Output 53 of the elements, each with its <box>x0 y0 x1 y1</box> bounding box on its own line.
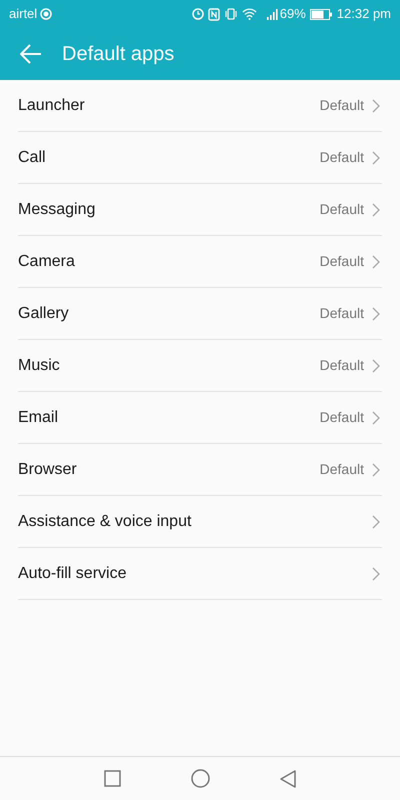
row-value: Default <box>320 408 364 427</box>
row-value: Default <box>320 252 364 271</box>
chevron-icon <box>372 358 380 372</box>
row-value: Default <box>320 200 364 219</box>
battery-icon <box>310 8 332 20</box>
nfc-icon <box>208 8 220 20</box>
row-value: Default <box>320 460 364 479</box>
chevron-icon <box>372 202 380 216</box>
settings-row[interactable]: Camera Default <box>18 236 382 288</box>
screen-title: Default apps <box>62 42 174 67</box>
battery-percent: 69% <box>280 5 306 24</box>
row-label: Assistance & voice input <box>18 512 192 532</box>
back-arrow-icon <box>20 44 42 64</box>
chevron-icon <box>372 254 380 268</box>
settings-row[interactable]: Call Default <box>18 132 382 184</box>
settings-row[interactable]: Gallery Default <box>18 288 382 340</box>
back-nav-button[interactable] <box>280 770 296 788</box>
row-value: Default <box>320 148 364 167</box>
row-value: Default <box>320 356 364 375</box>
signal-icon <box>266 8 278 20</box>
alarm-icon <box>192 8 204 20</box>
row-label: Browser <box>18 460 78 480</box>
wifi-icon <box>242 8 257 20</box>
recents-button[interactable] <box>104 770 121 787</box>
chevron-icon <box>372 150 380 164</box>
settings-row[interactable]: Messaging Default <box>18 184 382 236</box>
settings-row[interactable]: Music Default <box>18 340 382 392</box>
carrier-name: airtel <box>9 5 38 24</box>
chevron-icon <box>372 410 380 424</box>
chevron-icon <box>372 566 380 580</box>
row-label: Call <box>18 148 47 168</box>
row-value: Default <box>320 96 364 115</box>
chevron-icon <box>372 462 380 476</box>
vibrate-icon <box>224 8 238 20</box>
row-value: Default <box>320 304 364 323</box>
chevron-icon <box>372 514 380 528</box>
settings-row[interactable]: Launcher Default <box>18 80 382 132</box>
settings-row[interactable]: Email Default <box>18 392 382 444</box>
home-button[interactable] <box>191 769 210 788</box>
settings-row[interactable]: Assistance & voice input <box>18 496 382 548</box>
row-label: Music <box>18 356 61 376</box>
chevron-icon <box>372 306 380 320</box>
chevron-icon <box>372 98 380 112</box>
row-label: Gallery <box>18 304 70 324</box>
row-label: Messaging <box>18 200 96 220</box>
row-label: Camera <box>18 252 76 272</box>
settings-row[interactable]: Auto-fill service <box>18 548 382 600</box>
row-label: Email <box>18 408 60 428</box>
row-label: Launcher <box>18 96 86 116</box>
clock-time: 12:32 pm <box>336 5 391 24</box>
data-saver-icon <box>40 8 52 20</box>
settings-row[interactable]: Browser Default <box>18 444 382 496</box>
row-label: Auto-fill service <box>18 564 128 584</box>
